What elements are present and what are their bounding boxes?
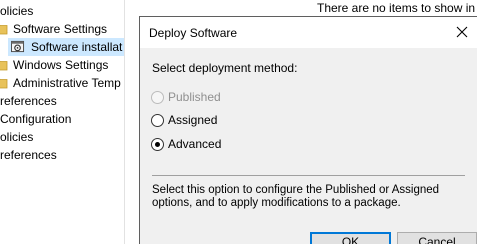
tree-item-label: Software installat	[31, 40, 123, 54]
console-tree: olicies Software Settings Software insta…	[0, 0, 124, 244]
separator	[152, 175, 465, 176]
radio-label: Published	[168, 90, 221, 104]
cancel-button[interactable]: Cancel	[397, 232, 477, 244]
tree-item-label: Administrative Temp	[13, 76, 121, 90]
close-icon	[456, 26, 468, 38]
close-button[interactable]	[447, 17, 477, 48]
folder-icon	[0, 24, 8, 35]
folder-icon	[0, 78, 8, 89]
tree-item-label: Configuration	[0, 112, 72, 126]
radio-circle	[151, 114, 164, 127]
tree-item-label: Windows Settings	[13, 58, 109, 72]
radio-label: Assigned	[168, 113, 218, 127]
tree-item-label: Software Settings	[13, 22, 108, 36]
tree-item-windows-settings[interactable]: Windows Settings	[0, 56, 124, 74]
dialog-title: Deploy Software	[149, 26, 238, 40]
radio-selected-dot	[155, 142, 160, 147]
tree-item-label: olicies	[0, 4, 34, 18]
folder-icon	[0, 60, 8, 71]
software-installation-icon	[11, 40, 25, 53]
ok-button[interactable]: OK	[310, 232, 391, 244]
tree-item-software-installation[interactable]: Software installat	[0, 38, 124, 56]
tree-item-label: references	[0, 148, 57, 162]
empty-list-message: There are no items to show in t	[317, 1, 477, 15]
option-description: Select this option to configure the Publ…	[152, 184, 440, 209]
deployment-method-prompt: Select deployment method:	[152, 61, 298, 75]
radio-circle	[151, 91, 164, 104]
radio-circle	[151, 138, 164, 151]
tree-item-administrative-templates[interactable]: Administrative Temp	[0, 74, 124, 92]
tree-item-label: references	[0, 94, 57, 108]
dialog-titlebar[interactable]: Deploy Software	[140, 17, 477, 48]
tree-item-software-settings[interactable]: Software Settings	[0, 20, 124, 38]
deploy-software-dialog: Deploy Software Select deployment method…	[139, 16, 477, 244]
tree-item-label: olicies	[0, 130, 34, 144]
radio-label: Advanced	[168, 137, 222, 151]
dialog-body: Select deployment method: Published Assi…	[140, 48, 477, 244]
